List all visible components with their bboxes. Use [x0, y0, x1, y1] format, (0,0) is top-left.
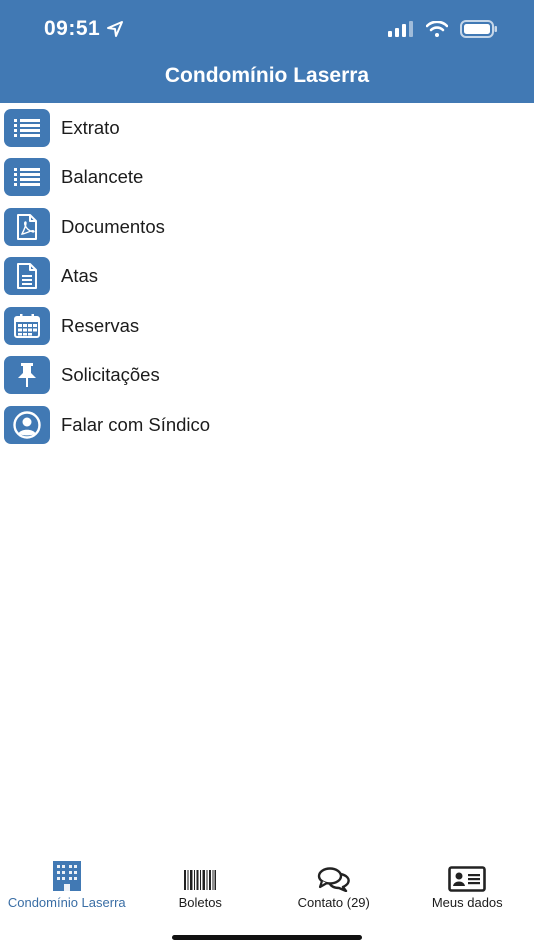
list-icon: [4, 158, 50, 197]
app-header: 09:51 Condomínio Laserra: [0, 0, 534, 103]
menu-label: Solicitações: [61, 364, 160, 386]
wifi-icon: [426, 21, 448, 37]
tab-condominio[interactable]: Condomínio Laserra: [0, 858, 134, 918]
menu-item-solicitacoes[interactable]: Solicitações: [0, 351, 534, 401]
menu-item-extrato[interactable]: Extrato: [0, 103, 534, 153]
menu-item-atas[interactable]: Atas: [0, 252, 534, 302]
menu-item-falar-com-sindico[interactable]: Falar com Síndico: [0, 400, 534, 450]
barcode-icon: [183, 858, 217, 892]
tab-contato[interactable]: Contato (29): [267, 858, 401, 918]
chat-icon: [316, 858, 352, 892]
menu-item-balancete[interactable]: Balancete: [0, 153, 534, 203]
menu-label: Reservas: [61, 314, 140, 336]
building-icon: [52, 858, 82, 892]
battery-icon: [460, 20, 497, 38]
tab-label: Meus dados: [431, 895, 503, 910]
tab-boletos[interactable]: Boletos: [134, 858, 268, 918]
tab-label: Condomínio Laserra: [7, 895, 126, 910]
tab-bar: Condomínio Laserra Boletos Contato (29): [0, 858, 534, 918]
cellular-signal-icon: [388, 21, 413, 37]
tab-label: Boletos: [178, 895, 222, 910]
menu-item-documentos[interactable]: Documentos: [0, 202, 534, 252]
menu-label: Falar com Síndico: [61, 413, 211, 435]
menu-label: Atas: [61, 265, 99, 287]
document-icon: [4, 257, 50, 296]
menu-item-reservas[interactable]: Reservas: [0, 301, 534, 351]
location-arrow-icon: [107, 21, 124, 37]
menu-label: Documentos: [61, 215, 165, 237]
status-time-text: 09:51: [44, 17, 101, 40]
pin-icon: [4, 356, 50, 395]
menu-label: Extrato: [61, 116, 120, 138]
tab-meus-dados[interactable]: Meus dados: [401, 858, 534, 918]
menu-label: Balancete: [61, 166, 144, 188]
home-indicator[interactable]: [172, 935, 362, 940]
page-title: Condomínio Laserra: [164, 64, 370, 87]
calendar-icon: [4, 306, 50, 345]
main-menu: Extrato Balancete Documentos Atas Reserv…: [0, 103, 534, 450]
status-indicators: [388, 20, 498, 38]
list-icon: [4, 108, 50, 147]
status-time: 09:51: [44, 17, 124, 41]
id-card-icon: [448, 858, 487, 892]
tab-label: Contato (29): [297, 895, 370, 910]
user-circle-icon: [4, 405, 50, 444]
pdf-icon: [4, 207, 50, 246]
